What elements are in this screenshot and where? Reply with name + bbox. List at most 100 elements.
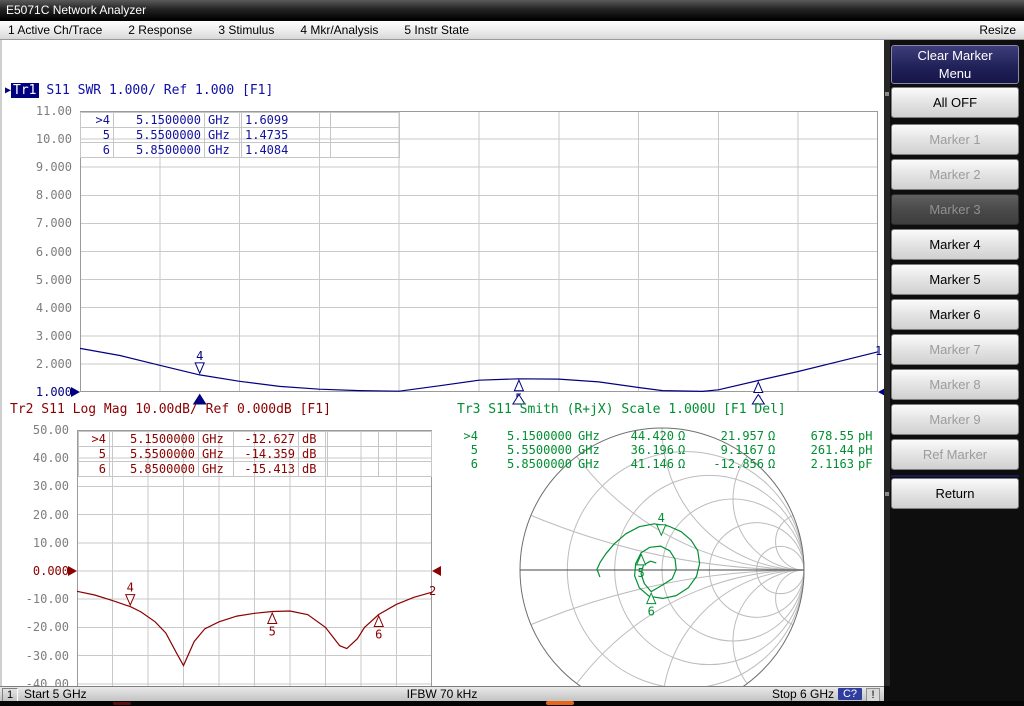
tr3-marker-row: 55.5500000GHz36.196Ω9.1167Ω261.44pH: [458, 443, 884, 457]
marker-pin-6: 6: [374, 616, 383, 642]
marker-value-unit: dB: [299, 432, 328, 447]
menu-bar: 1 Active Ch/Trace 2 Response 3 Stimulus 4 M…: [0, 21, 1024, 40]
taskbar-blip: [546, 701, 574, 705]
marker-unit: GHz: [205, 128, 242, 143]
empty-cell: [379, 432, 432, 447]
marker-x-unit: Ω: [764, 429, 788, 443]
marker-x: -12.856: [698, 457, 764, 471]
trace-number-label: 1: [875, 344, 882, 358]
y-axis-label: 9.000: [8, 160, 72, 174]
tr3-marker-row: >45.1500000GHz44.420Ω21.957Ω678.55pH: [458, 429, 884, 443]
softkey-marker-5[interactable]: Marker 5: [891, 264, 1019, 295]
y-axis-label: 5.000: [8, 273, 72, 287]
tr1-marker-table: >4 5.1500000 GHz 1.6099 5 5.5500000 GHz …: [80, 112, 400, 158]
svg-text:4: 4: [127, 581, 134, 595]
bottom-edge: [0, 701, 1024, 706]
marker-num: >4: [79, 432, 110, 447]
empty-cell: [331, 113, 400, 128]
softkey-menu: Clear Marker Menu All OFF Marker 1 Marker …: [884, 40, 1024, 686]
y-axis-label: 1.000: [8, 385, 72, 399]
y-axis-label: 40.00: [8, 451, 69, 465]
softkey-ref-marker[interactable]: Ref Marker: [891, 439, 1019, 470]
y-axis-label: 11.00: [8, 104, 72, 118]
softkey-marker-4[interactable]: Marker 4: [891, 229, 1019, 260]
y-axis-label: 4.000: [8, 301, 72, 315]
marker-freq: 5.1500000: [114, 113, 205, 128]
softkey-marker-8[interactable]: Marker 8: [891, 369, 1019, 400]
empty-cell: [379, 462, 432, 477]
marker-num: 5: [79, 447, 110, 462]
title-bar[interactable]: E5071C Network Analyzer: [0, 0, 1024, 21]
softkey-marker-1[interactable]: Marker 1: [891, 124, 1019, 155]
marker-unit: GHz: [572, 443, 614, 457]
marker-r: 41.146: [614, 457, 674, 471]
softkey-marker-6[interactable]: Marker 6: [891, 299, 1019, 330]
softkey-marker-2[interactable]: Marker 2: [891, 159, 1019, 190]
channel-window[interactable]: ▶Tr1 S11 SWR 1.000/ Ref 1.000 [F1] 11.00…: [0, 40, 884, 686]
tr2-title-bar[interactable]: Tr2 S11 Log Mag 10.00dB/ Ref 0.000dB [F1…: [10, 402, 331, 417]
status-bar-filler: [884, 686, 1024, 701]
marker-unit: GHz: [572, 457, 614, 471]
softkey-all-off[interactable]: All OFF: [891, 87, 1019, 118]
menu-item-1-active-ch-trace[interactable]: 1 Active Ch/Trace: [8, 23, 102, 37]
y-axis-label: 10.00: [8, 132, 72, 146]
marker-unit: GHz: [199, 432, 234, 447]
status-bar: 1 Start 5 GHz IFBW 70 kHz Stop 6 GHz C? …: [0, 686, 884, 701]
tr3-title-bar[interactable]: Tr3 S11 Smith (R+jX) Scale 1.000U [F1 De…: [457, 402, 786, 417]
svg-text:6: 6: [648, 605, 655, 619]
taskbar-blip: [113, 702, 131, 705]
tr2-marker-table: >4 5.1500000 GHz -12.627 dB 5 5.5500000 …: [78, 431, 432, 477]
marker-num: 5: [81, 128, 114, 143]
tr1-title-bar[interactable]: ▶Tr1 S11 SWR 1.000/ Ref 1.000 [F1]: [5, 83, 273, 98]
app-window: E5071C Network Analyzer 1 Active Ch/Trac…: [0, 0, 1024, 706]
empty-cell: [331, 143, 400, 158]
table-row: >4 5.1500000 GHz -12.627 dB: [79, 432, 432, 447]
softkey-menu-title-line2: Menu: [892, 65, 1018, 83]
marker-lc: 2.1163: [788, 457, 854, 471]
marker-unit: GHz: [572, 429, 614, 443]
cal-status-badge: C?: [838, 688, 862, 700]
empty-cell: [328, 447, 379, 462]
softkey-marker-9[interactable]: Marker 9: [891, 404, 1019, 435]
softkey-scrollbar[interactable]: [884, 40, 890, 686]
svg-text:5: 5: [269, 624, 276, 638]
marker-value-unit: dB: [299, 447, 328, 462]
y-axis-label: -10.00: [8, 592, 69, 606]
menu-item-3-stimulus[interactable]: 3 Stimulus: [218, 23, 274, 37]
marker-value: -12.627: [234, 432, 299, 447]
marker-pin-4: 4: [195, 349, 204, 374]
marker-lc-unit: pH: [854, 429, 884, 443]
menu-item-5-instr-state[interactable]: 5 Instr State: [404, 23, 469, 37]
marker-lc-unit: pH: [854, 443, 884, 457]
menu-item-4-mkr-analysis[interactable]: 4 Mkr/Analysis: [300, 23, 378, 37]
marker-pin-4: 4: [126, 581, 135, 606]
window-title: E5071C Network Analyzer: [6, 3, 146, 17]
marker-freq: 5.8500000: [114, 143, 205, 158]
marker-freq: 5.1500000: [478, 429, 572, 443]
ifbw-readout: IFBW 70 kHz: [0, 687, 884, 701]
svg-text:6: 6: [375, 627, 382, 641]
marker-r: 36.196: [614, 443, 674, 457]
empty-cell: [328, 432, 379, 447]
softkey-marker-3[interactable]: Marker 3: [891, 194, 1019, 225]
marker-freq: 5.8500000: [478, 457, 572, 471]
softkey-menu-title: Clear Marker Menu: [891, 45, 1019, 84]
trace-number-label: 2: [429, 584, 436, 598]
marker-unit: GHz: [205, 143, 242, 158]
marker-r-unit: Ω: [674, 457, 698, 471]
softkey-return[interactable]: Return: [891, 478, 1019, 509]
tr3-marker-row: 65.8500000GHz41.146Ω-12.856Ω2.1163pF: [458, 457, 884, 471]
y-axis-label: -30.00: [8, 649, 69, 663]
softkey-marker-7[interactable]: Marker 7: [891, 334, 1019, 365]
menu-item-2-response[interactable]: 2 Response: [128, 23, 192, 37]
table-row: 5 5.5500000 GHz 1.4735: [81, 128, 400, 143]
marker-value: -14.359: [234, 447, 299, 462]
menu-item-resize[interactable]: Resize: [979, 23, 1016, 37]
marker-unit: GHz: [205, 113, 242, 128]
ref-level-pointer-left: [71, 387, 80, 397]
marker-freq: 5.5500000: [478, 443, 572, 457]
marker-value: 1.4084: [242, 143, 331, 158]
table-row: 6 5.8500000 GHz -15.413 dB: [79, 462, 432, 477]
y-axis-label: 50.00: [8, 423, 69, 437]
empty-cell: [379, 447, 432, 462]
